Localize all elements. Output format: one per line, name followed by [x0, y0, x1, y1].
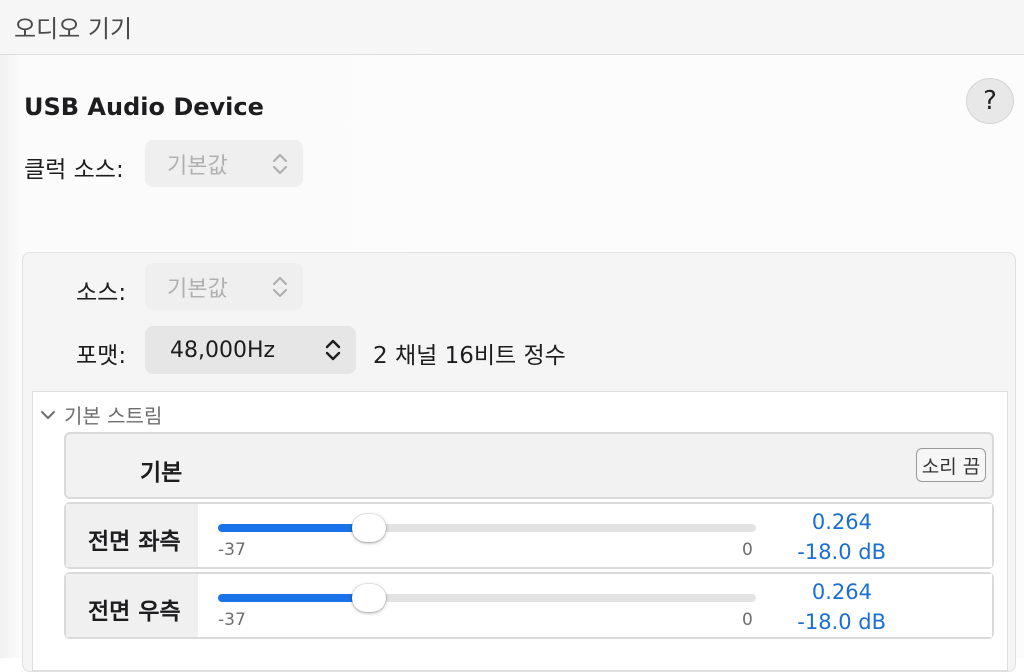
chevron-updown-icon [325, 339, 341, 361]
slider-fill [218, 524, 369, 532]
channel-value: 0.264 [811, 580, 872, 604]
mute-label: 소리 끔 [921, 455, 981, 478]
mute-button[interactable]: 소리 끔 [916, 448, 986, 482]
format-popup[interactable]: 48,000Hz [145, 326, 356, 374]
device-name: USB Audio Device [24, 93, 264, 121]
format-label: 포맷: [76, 343, 127, 369]
channel-name: 전면 좌측 [88, 529, 181, 555]
channel-label-cell: 전면 좌측 [66, 504, 198, 567]
master-row: 기본 소리 끔 [64, 432, 994, 499]
channel-label-cell: 전면 우측 [66, 574, 198, 637]
clock-source-label: 클럭 소스: [24, 157, 124, 183]
channel-db: -18.0 dB [797, 540, 886, 564]
help-button[interactable]: ? [966, 78, 1014, 124]
format-description: 2 채널 16비트 정수 [373, 343, 566, 369]
volume-slider[interactable] [218, 584, 756, 612]
slider-min-label: -37 [218, 610, 246, 630]
slider-max-label: 0 [742, 540, 753, 560]
chevron-updown-icon [272, 276, 288, 297]
slider-knob[interactable] [351, 514, 386, 542]
channel-name: 전면 우측 [88, 599, 181, 625]
channel-value: 0.264 [811, 510, 872, 534]
source-popup[interactable]: 기본값 [145, 263, 303, 310]
slider-min-label: -37 [218, 540, 246, 560]
clock-source-popup[interactable]: 기본값 [145, 140, 303, 187]
channel-row: 전면 우측 -37 0 0.264 -18.0 dB [64, 572, 994, 639]
source-value: 기본값 [167, 276, 228, 302]
chevron-down-icon [41, 410, 55, 419]
master-title: 기본 [140, 460, 183, 486]
source-label: 소스: [76, 280, 127, 306]
slider-knob[interactable] [351, 584, 386, 612]
window-title: 오디오 기기 [14, 15, 133, 43]
clock-source-value: 기본값 [167, 153, 228, 179]
format-value: 48,000Hz [170, 337, 276, 363]
slider-max-label: 0 [742, 610, 753, 630]
channel-db: -18.0 dB [797, 610, 886, 634]
help-icon: ? [983, 86, 997, 116]
slider-fill [218, 594, 369, 602]
title-bar: 오디오 기기 [0, 0, 1024, 55]
stream-disclosure[interactable]: 기본 스트림 [40, 400, 162, 429]
volume-slider[interactable] [218, 514, 756, 542]
stream-section-title: 기본 스트림 [64, 404, 163, 428]
channel-row: 전면 좌측 -37 0 0.264 -18.0 dB [64, 502, 994, 569]
chevron-updown-icon [272, 153, 288, 174]
